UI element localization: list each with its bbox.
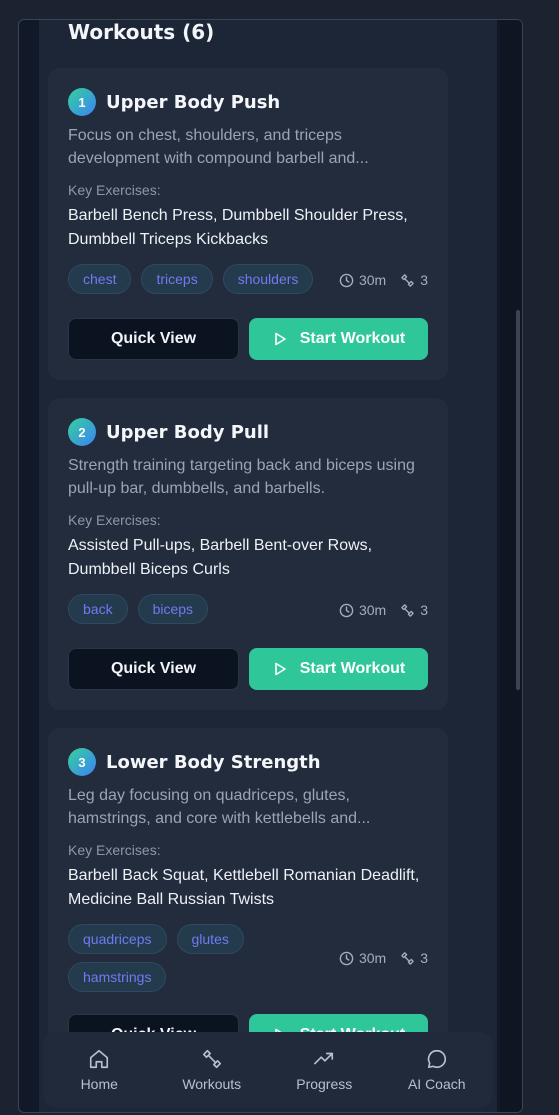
tag-list: chest triceps shoulders (68, 264, 333, 294)
duration: 30m (339, 272, 386, 288)
key-exercises-label: Key Exercises: (68, 842, 161, 858)
key-exercises-list: Assisted Pull-ups, Barbell Bent-over Row… (68, 537, 373, 578)
bottom-nav: Home Workouts Progress AI Coach (43, 1032, 493, 1108)
duration-value: 30m (358, 602, 387, 618)
play-icon (274, 662, 286, 676)
home-icon (90, 1049, 109, 1069)
workout-description: Leg day focusing on quadriceps, glutes, … (68, 787, 371, 827)
key-exercises-label: Key Exercises: (68, 512, 161, 528)
muscle-tag: glutes (176, 924, 244, 954)
nav-label: Workouts (182, 1076, 242, 1092)
muscle-tag: shoulders (222, 264, 314, 294)
nav-label: Home (80, 1076, 118, 1092)
exercise-count: 3 (400, 272, 428, 288)
workout-number-badge: 1 (68, 88, 96, 116)
nav-label: AI Coach (407, 1076, 466, 1092)
workout-title: Upper Body Pull (106, 421, 270, 443)
nav-item-home[interactable]: Home (49, 1048, 149, 1092)
start-workout-label: Start Workout (299, 330, 406, 347)
quick-view-button[interactable]: Quick View (68, 318, 239, 360)
exercise-count-value: 3 (420, 950, 428, 966)
tag-list: quadriceps glutes hamstrings (68, 924, 333, 992)
page-title: Workouts (6) (68, 20, 215, 44)
exercise-count: 3 (400, 950, 428, 966)
duration-value: 30m (358, 950, 387, 966)
key-exercises-list: Barbell Bench Press, Dumbbell Shoulder P… (68, 207, 408, 248)
exercise-count-value: 3 (420, 272, 428, 288)
play-icon (274, 332, 286, 346)
quick-view-button[interactable]: Quick View (68, 648, 239, 690)
clock-icon (339, 603, 354, 617)
duration-value: 30m (358, 272, 387, 288)
start-workout-button[interactable]: Start Workout (249, 318, 428, 360)
nav-item-ai-coach[interactable]: AI Coach (387, 1048, 487, 1092)
duration: 30m (339, 602, 386, 618)
key-exercises-list: Barbell Back Squat, Kettlebell Romanian … (68, 867, 420, 908)
workout-number-badge: 2 (68, 418, 96, 446)
dumbbell-icon (401, 603, 415, 617)
trending-up-icon (314, 1052, 334, 1065)
nav-label: Progress (296, 1076, 353, 1092)
dumbbell-icon (401, 273, 415, 287)
workout-number-badge: 3 (68, 748, 96, 776)
workout-title: Upper Body Push (106, 91, 281, 113)
workout-card: 1 Upper Body Push Focus on chest, should… (48, 68, 448, 380)
muscle-tag: back (68, 594, 128, 624)
tag-list: back biceps (68, 594, 333, 624)
workout-title: Lower Body Strength (106, 751, 321, 773)
dumbbell-icon (202, 1049, 221, 1069)
clock-icon (339, 951, 354, 965)
nav-item-workouts[interactable]: Workouts (162, 1048, 262, 1092)
exercise-count-value: 3 (420, 602, 428, 618)
chat-bubble-icon (427, 1049, 446, 1069)
start-workout-button[interactable]: Start Workout (249, 648, 428, 690)
dumbbell-icon (401, 951, 415, 965)
exercise-count: 3 (400, 602, 428, 618)
clock-icon (339, 273, 354, 287)
muscle-tag: quadriceps (68, 924, 167, 954)
muscle-tag: chest (68, 264, 132, 294)
key-exercises-label: Key Exercises: (68, 182, 161, 198)
nav-item-progress[interactable]: Progress (274, 1048, 374, 1092)
workout-card: 2 Upper Body Pull Strength training targ… (48, 398, 448, 710)
workout-description: Strength training targeting back and bic… (68, 457, 415, 497)
muscle-tag: biceps (137, 594, 209, 624)
scrollbar-thumb[interactable] (516, 310, 520, 690)
duration: 30m (339, 950, 386, 966)
muscle-tag: hamstrings (68, 962, 167, 992)
start-workout-label: Start Workout (299, 660, 406, 677)
workout-description: Focus on chest, shoulders, and triceps d… (68, 127, 369, 167)
muscle-tag: triceps (141, 264, 213, 294)
